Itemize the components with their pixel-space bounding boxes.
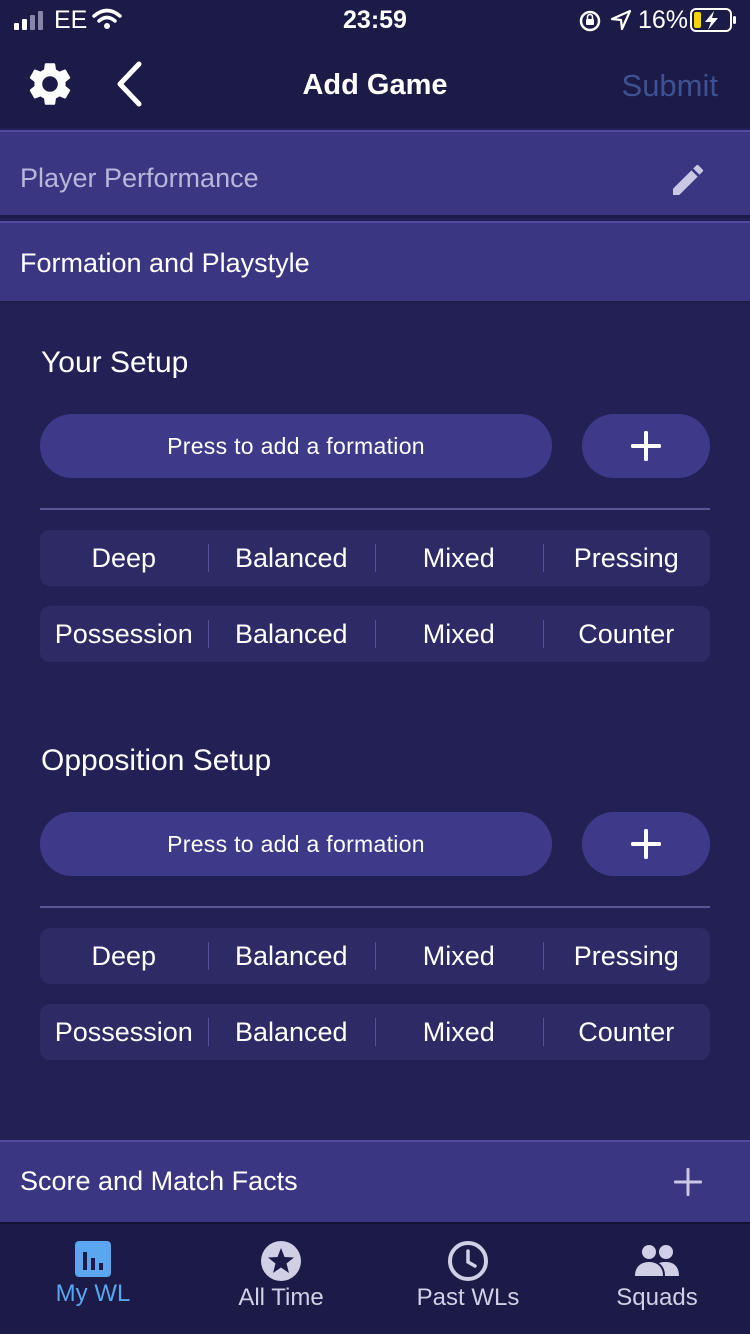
star-icon — [261, 1241, 301, 1281]
segment-option[interactable]: Mixed — [375, 928, 543, 984]
segment-option[interactable]: Counter — [542, 1004, 711, 1060]
segment-option[interactable]: Mixed — [375, 530, 543, 586]
plus-icon — [631, 431, 661, 461]
segment-option[interactable]: Mixed — [375, 1004, 543, 1060]
segment-option[interactable]: Pressing — [542, 928, 711, 984]
your-defensive-style-selector: Deep Balanced Mixed Pressing — [40, 530, 710, 586]
segment-option[interactable]: Balanced — [207, 928, 376, 984]
battery-percent: 16% — [638, 6, 689, 34]
plus-icon[interactable] — [672, 1166, 704, 1198]
segment-option[interactable]: Balanced — [207, 606, 376, 662]
your-setup-title: Your Setup — [41, 346, 189, 379]
section-formation-playstyle[interactable]: Formation and Playstyle — [0, 221, 750, 303]
opposition-defensive-style-selector: Deep Balanced Mixed Pressing — [40, 928, 710, 984]
your-formation-button[interactable]: Press to add a formation — [40, 414, 552, 478]
divider — [40, 906, 710, 908]
location-arrow-icon — [610, 9, 632, 31]
section-label: Score and Match Facts — [20, 1166, 298, 1196]
segment-option[interactable]: Counter — [542, 606, 711, 662]
tab-all-time[interactable]: All Time — [191, 1240, 371, 1312]
tab-squads[interactable]: Squads — [567, 1240, 747, 1312]
opposition-setup-title: Opposition Setup — [41, 744, 272, 777]
tab-label: Squads — [616, 1284, 698, 1311]
section-label: Formation and Playstyle — [20, 248, 310, 278]
submit-button[interactable]: Submit — [560, 68, 718, 104]
tab-label: Past WLs — [416, 1284, 520, 1311]
rotation-lock-icon — [579, 10, 601, 32]
tab-my-wl[interactable]: My WL — [3, 1240, 183, 1308]
segment-option[interactable]: Pressing — [542, 530, 711, 586]
segment-option[interactable]: Deep — [40, 530, 208, 586]
section-label: Player Performance — [20, 163, 259, 193]
section-player-performance[interactable]: Player Performance — [0, 130, 750, 218]
tab-label: My WL — [55, 1280, 131, 1307]
people-icon — [635, 1245, 679, 1276]
segment-option[interactable]: Balanced — [207, 530, 376, 586]
your-offensive-style-selector: Possession Balanced Mixed Counter — [40, 606, 710, 662]
clock-icon — [448, 1241, 488, 1281]
opposition-offensive-style-selector: Possession Balanced Mixed Counter — [40, 1004, 710, 1060]
your-add-button[interactable] — [582, 414, 710, 478]
tab-label: All Time — [238, 1284, 324, 1311]
opposition-formation-button[interactable]: Press to add a formation — [40, 812, 552, 876]
plus-icon — [631, 829, 661, 859]
divider — [40, 508, 710, 510]
pencil-icon[interactable] — [668, 160, 708, 200]
section-score-match-facts[interactable]: Score and Match Facts — [0, 1140, 750, 1222]
segment-option[interactable]: Deep — [40, 928, 208, 984]
tab-past-wls[interactable]: Past WLs — [378, 1240, 558, 1312]
battery-charging-icon — [690, 8, 736, 32]
status-bar: EE 23:59 16% — [0, 0, 750, 40]
segment-option[interactable]: Possession — [40, 1004, 208, 1060]
segment-option[interactable]: Possession — [40, 606, 208, 662]
bar-chart-icon — [75, 1241, 111, 1277]
opposition-add-button[interactable] — [582, 812, 710, 876]
segment-option[interactable]: Mixed — [375, 606, 543, 662]
segment-option[interactable]: Balanced — [207, 1004, 376, 1060]
